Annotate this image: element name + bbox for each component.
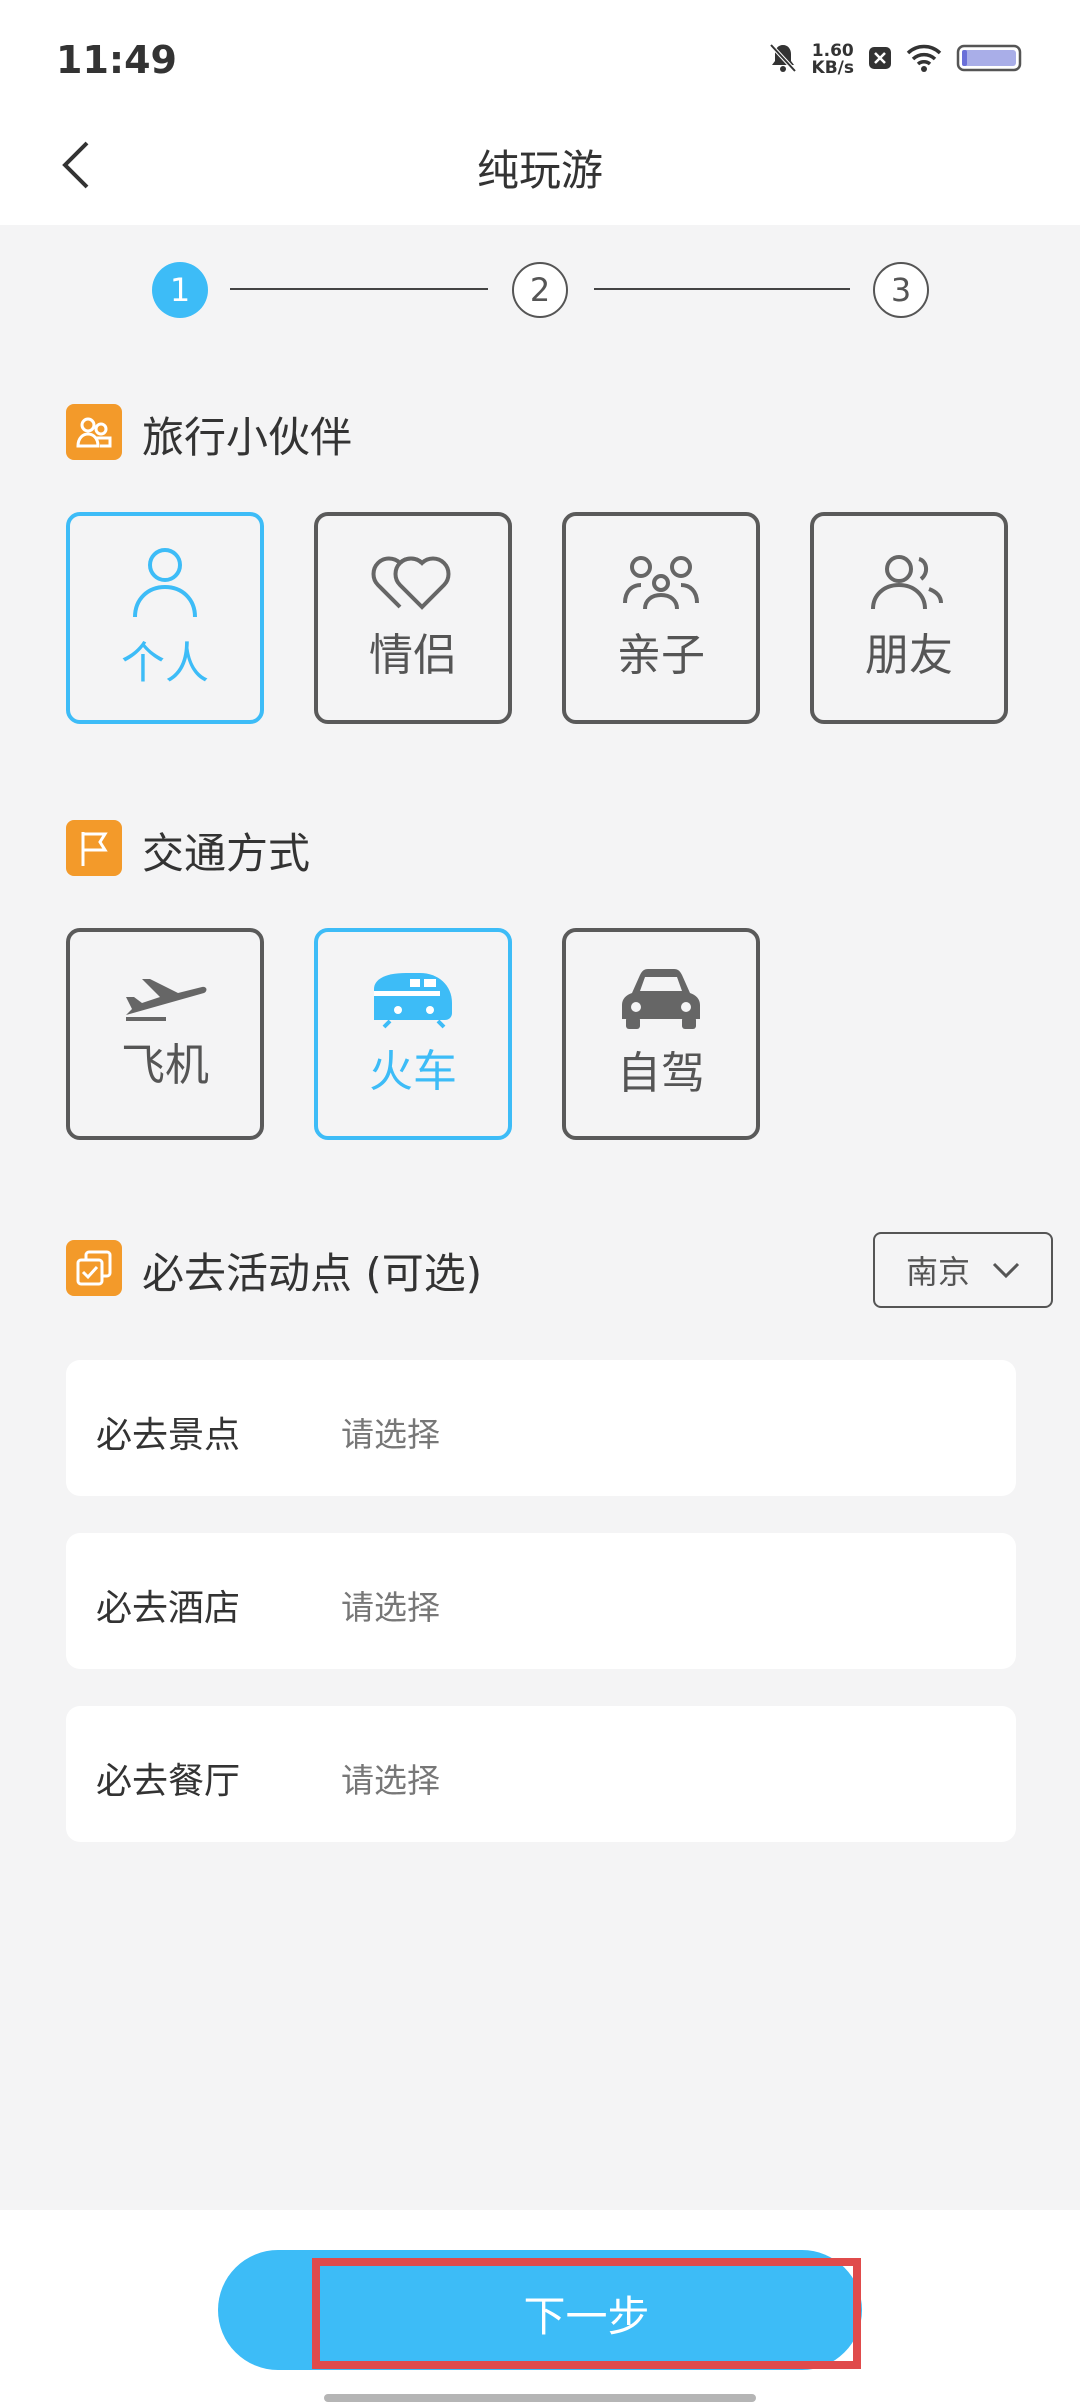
wifi-icon — [906, 44, 942, 76]
next-button[interactable]: 下一步 — [312, 2258, 861, 2369]
status-time: 11:49 — [56, 38, 177, 82]
must-go-row-sights[interactable]: 必去景点 请选择 — [66, 1360, 1016, 1496]
step-connector — [594, 288, 850, 290]
step-connector — [230, 288, 488, 290]
row-label: 必去餐厅 — [96, 1761, 241, 1802]
row-select[interactable]: 请选择 — [341, 1754, 440, 1802]
transport-label: 自驾 — [617, 1048, 705, 1099]
must-go-title: 必去活动点 (可选) — [142, 1249, 483, 1298]
row-select[interactable]: 请选择 — [341, 1581, 440, 1629]
companion-label: 情侣 — [369, 630, 457, 681]
companion-label: 个人 — [121, 638, 209, 689]
bell-muted-icon — [768, 42, 798, 78]
flag-icon — [66, 820, 122, 876]
companion-option-couple[interactable]: 情侣 — [314, 512, 512, 724]
city-dropdown[interactable]: 南京 — [873, 1232, 1053, 1308]
hearts-icon — [371, 556, 451, 610]
family-icon — [623, 556, 699, 610]
row-select[interactable]: 请选择 — [341, 1408, 440, 1456]
transport-label: 飞机 — [121, 1040, 209, 1091]
must-go-row-hotels[interactable]: 必去酒店 请选择 — [66, 1533, 1016, 1669]
companion-option-friends[interactable]: 朋友 — [810, 512, 1008, 724]
city-label: 南京 — [905, 1253, 970, 1291]
airplane-icon — [126, 979, 207, 1021]
home-indicator[interactable] — [324, 2394, 756, 2402]
checklist-icon — [66, 1240, 122, 1296]
companions-title: 旅行小伙伴 — [142, 413, 353, 462]
next-button-label: 下一步 — [523, 2292, 650, 2341]
status-icons: 1.60 KB/s — [768, 42, 1024, 78]
companions-icon — [66, 404, 122, 460]
transport-option-plane[interactable]: 飞机 — [66, 928, 264, 1140]
car-icon — [622, 969, 700, 1029]
close-box-icon — [868, 45, 892, 75]
step-2: 2 — [512, 262, 568, 318]
step-3: 3 — [873, 262, 929, 318]
row-label: 必去酒店 — [96, 1588, 241, 1629]
page-title: 纯玩游 — [476, 146, 603, 195]
transport-option-train[interactable]: 火车 — [314, 928, 512, 1140]
companion-label: 朋友 — [865, 630, 953, 681]
train-icon — [374, 973, 452, 1029]
net-speed: 1.60 KB/s — [811, 41, 854, 78]
battery-icon — [956, 43, 1024, 77]
transport-title: 交通方式 — [142, 829, 311, 878]
chevron-down-icon — [992, 1262, 1020, 1279]
companion-option-family[interactable]: 亲子 — [562, 512, 760, 724]
must-go-row-restaurants[interactable]: 必去餐厅 请选择 — [66, 1706, 1016, 1842]
step-1: 1 — [152, 262, 208, 318]
companion-label: 亲子 — [617, 630, 705, 681]
transport-label: 火车 — [369, 1046, 457, 1097]
person-icon — [133, 548, 197, 618]
friends-icon — [871, 555, 943, 610]
companion-option-solo[interactable]: 个人 — [66, 512, 264, 724]
row-label: 必去景点 — [96, 1415, 241, 1456]
transport-option-drive[interactable]: 自驾 — [562, 928, 760, 1140]
